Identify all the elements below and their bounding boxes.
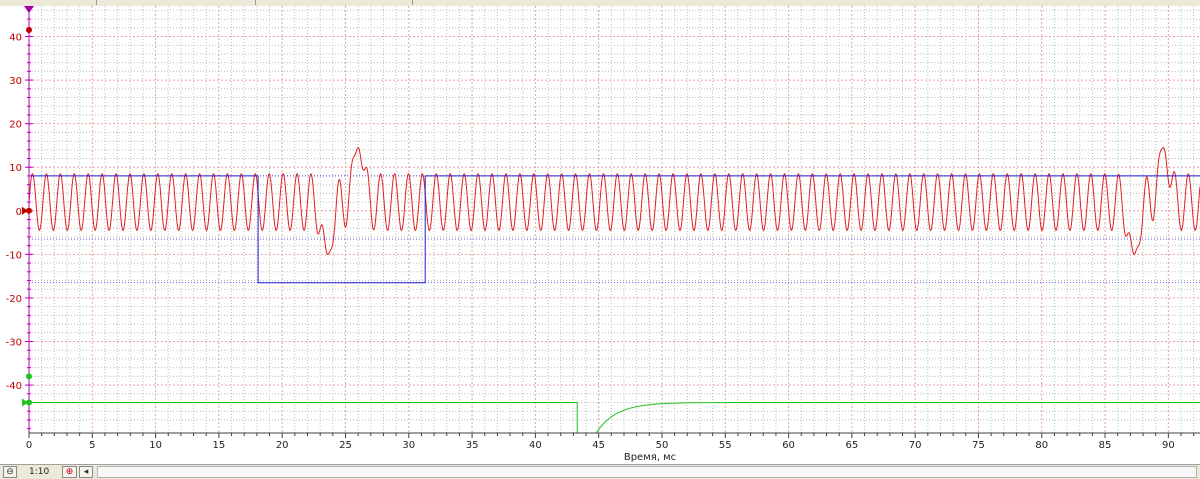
channel-c-upper-marker[interactable] (26, 373, 32, 380)
x-tick-label: 0 (26, 440, 32, 451)
chart-background (0, 6, 1200, 464)
x-tick-label: 35 (466, 440, 479, 451)
tab-divider (255, 0, 256, 5)
channel-a-level-marker[interactable] (26, 207, 32, 214)
triangle-left-icon: ◂ (83, 467, 89, 477)
x-tick-label: 30 (402, 440, 415, 451)
x-tick-label: 70 (909, 440, 922, 451)
x-tick-label: 65 (845, 440, 858, 451)
y-tick-label: 30 (9, 76, 22, 87)
x-tick-label: 45 (592, 440, 605, 451)
horizontal-scrollbar[interactable] (97, 466, 1197, 478)
bottom-toolbar: ⊖ 1:10 ⊕ ◂ (0, 464, 1200, 479)
channel-c-level-marker[interactable] (26, 399, 32, 406)
plus-circle-icon: ⊕ (65, 467, 74, 477)
y-tick-label: -10 (6, 250, 22, 261)
x-tick-label: 80 (1035, 440, 1048, 451)
tab-divider (96, 0, 97, 5)
x-tick-label: 5 (89, 440, 95, 451)
oscilloscope-chart[interactable]: 40 30 20 10 0 -10 -20 -30 -40 0 5 10 15 20 25 30 35 40 45 5… (0, 6, 1200, 464)
x-tick-label: 50 (656, 440, 669, 451)
x-axis-background (29, 434, 1200, 464)
x-tick-label: 60 (782, 440, 795, 451)
y-tick-label: -40 (6, 381, 22, 392)
y-tick-label: 10 (9, 163, 22, 174)
channel-a-upper-marker[interactable] (26, 26, 32, 33)
x-tick-label: 40 (529, 440, 542, 451)
y-tick-label: -30 (6, 338, 22, 349)
y-tick-label: 20 (9, 120, 22, 131)
zoom-level: 1:10 (29, 467, 50, 477)
y-tick-label: -20 (6, 294, 22, 305)
minus-circle-icon: ⊖ (6, 467, 14, 477)
x-tick-label: 90 (1162, 440, 1175, 451)
x-tick-label: 85 (1099, 440, 1112, 451)
x-axis-label: Время, мс (624, 452, 676, 463)
zoom-out-button[interactable]: ⊖ (3, 466, 17, 478)
x-tick-label: 15 (213, 440, 226, 451)
x-tick-label: 20 (276, 440, 289, 451)
x-tick-label: 10 (149, 440, 162, 451)
tab-divider (412, 0, 413, 5)
x-tick-label: 55 (719, 440, 732, 451)
x-tick-label: 75 (972, 440, 985, 451)
x-tick-label: 25 (339, 440, 352, 451)
y-tick-label: 40 (9, 33, 22, 44)
zoom-in-button[interactable]: ⊕ (62, 466, 77, 478)
scroll-left-button[interactable]: ◂ (79, 466, 93, 478)
y-tick-label: 0 (16, 207, 22, 218)
